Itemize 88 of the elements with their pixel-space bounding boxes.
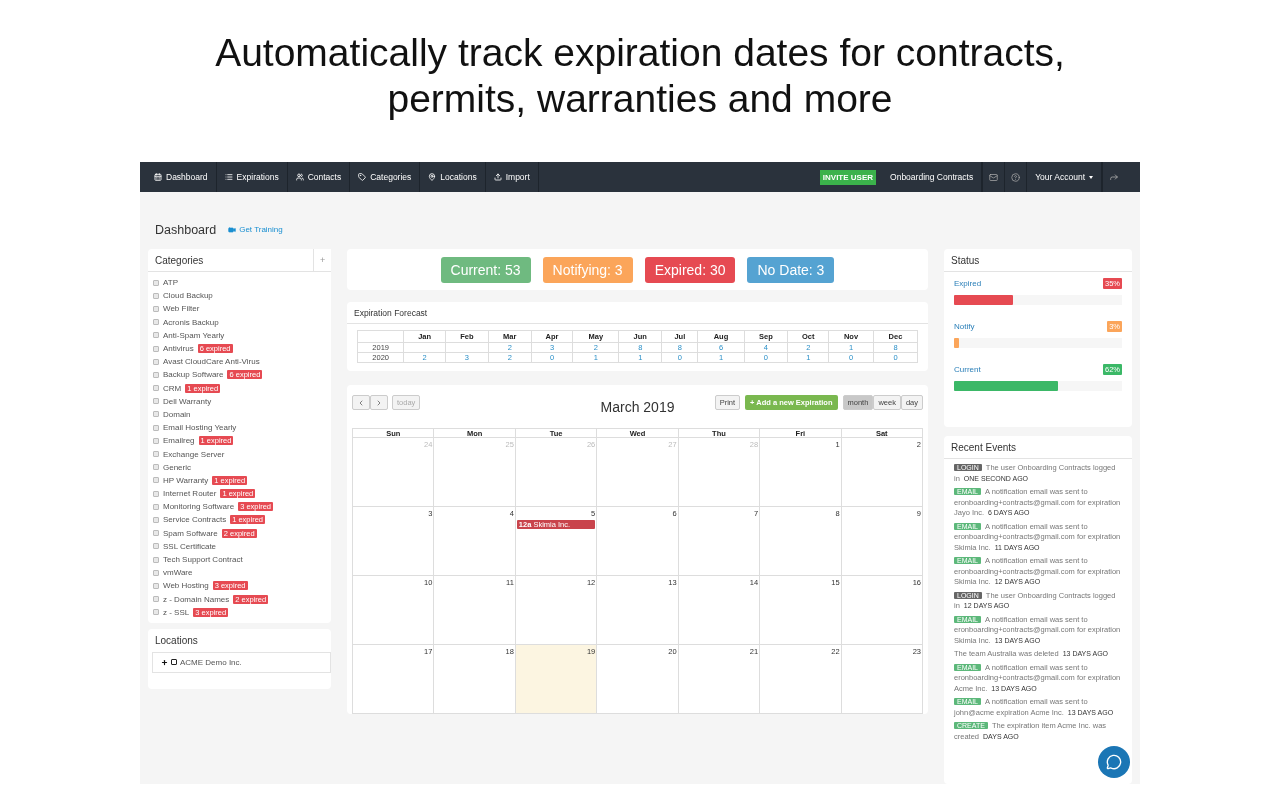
category-name: Email Hosting Yearly (163, 423, 237, 433)
map-pin-icon (428, 173, 437, 181)
checkbox[interactable] (153, 305, 159, 312)
category-name: Generic (163, 462, 191, 472)
previous-button[interactable] (352, 395, 370, 410)
nav-link[interactable]: Locations (420, 162, 486, 192)
account-menu[interactable]: Your Account (1026, 162, 1102, 192)
checkbox[interactable] (171, 659, 177, 666)
checkbox[interactable] (153, 345, 159, 352)
count-badge[interactable]: Expired: 30 (644, 256, 736, 283)
panel-title: Categories (154, 254, 205, 266)
category-name: Domain (163, 409, 191, 419)
training-link[interactable]: Get Training (228, 225, 283, 234)
panel-title: Locations (154, 634, 199, 646)
category-name: Internet Router (163, 489, 217, 499)
checkbox[interactable] (153, 543, 159, 550)
checkbox[interactable] (153, 292, 159, 299)
category-name: Anti-Spam Yearly (163, 330, 225, 340)
checkbox[interactable] (153, 596, 159, 603)
category-name: Antivirus (163, 344, 194, 354)
category-name: HP Warranty (163, 475, 209, 485)
checkbox[interactable] (153, 332, 159, 339)
status-label: Current (954, 365, 981, 374)
category-name: Web Hosting (163, 581, 209, 591)
chevron-right-icon (375, 398, 383, 407)
status-label: Expired (954, 279, 982, 288)
checkbox[interactable] (153, 530, 159, 537)
panel-title: Status (950, 254, 981, 266)
chat-icon (1106, 754, 1122, 770)
category-name: Tech Support Contract (163, 555, 243, 565)
checkbox[interactable] (153, 582, 159, 589)
checkbox[interactable] (153, 437, 159, 444)
category-name: Dell Warranty (163, 396, 212, 406)
category-name: z - Domain Names (163, 594, 230, 604)
headline: Automatically track expiration dates for contracts, permits, warranties and more (214, 30, 1066, 122)
checkbox[interactable] (153, 279, 159, 286)
category-name: ATP (163, 278, 178, 288)
users-icon (295, 173, 304, 181)
calendar-title: March 2019 (600, 398, 675, 415)
checkbox[interactable] (153, 503, 159, 510)
page-title: Dashboard (155, 222, 217, 237)
checkbox[interactable] (153, 477, 159, 484)
category-name: z - SSL (163, 607, 190, 617)
checkbox[interactable] (153, 464, 159, 471)
nav-link[interactable]: Expirations (216, 162, 288, 192)
checkbox[interactable] (153, 424, 159, 431)
category-name: Monitoring Software (163, 502, 235, 512)
upload-icon (493, 173, 502, 181)
next-button[interactable] (370, 395, 388, 410)
checkbox[interactable] (153, 385, 159, 392)
video-icon (228, 225, 237, 234)
nav-link[interactable]: Contacts (287, 162, 351, 192)
checkbox[interactable] (153, 358, 159, 365)
category-name: vmWare (163, 568, 193, 578)
category-name: Web Filter (163, 304, 200, 314)
checkbox[interactable] (153, 556, 159, 563)
checkbox[interactable] (153, 411, 159, 418)
checkbox[interactable] (153, 490, 159, 497)
organization-link[interactable]: Onboarding Contracts (882, 162, 983, 192)
category-name: Cloud Backup (163, 291, 213, 301)
checkbox[interactable] (153, 319, 159, 326)
chevron-left-icon (357, 398, 365, 407)
category-name: Backup Software (163, 370, 224, 380)
category-name: SSL Certificate (163, 541, 217, 551)
status-label: Notify (954, 322, 975, 331)
nav-link[interactable]: Dashboard (146, 162, 217, 192)
category-name: Exchange Server (163, 449, 225, 459)
checkbox[interactable] (153, 516, 159, 523)
tag-icon (358, 173, 367, 181)
category-name: Spam Software (163, 528, 218, 538)
category-name: Acronis Backup (163, 317, 219, 327)
location-row[interactable]: ACME Demo Inc. (152, 651, 331, 673)
checkbox[interactable] (153, 451, 159, 458)
panel-title: Recent Events (950, 441, 1018, 453)
expand-icon[interactable] (161, 658, 168, 666)
checkbox[interactable] (153, 569, 159, 576)
category-name: CRM (163, 383, 182, 393)
category-name: Avast CloudCare Anti-Virus (163, 357, 260, 367)
checkbox[interactable] (153, 609, 159, 616)
list-icon (224, 173, 233, 181)
nav-link[interactable]: Import (485, 162, 539, 192)
calendar-icon (154, 173, 162, 181)
category-name: Emailreg (163, 436, 195, 446)
category-name: Service Contracts (163, 515, 227, 525)
panel-title: Expiration Forecast (353, 307, 429, 318)
nav-link[interactable]: Categories (350, 162, 421, 192)
checkbox[interactable] (153, 371, 159, 378)
checkbox[interactable] (153, 398, 159, 405)
